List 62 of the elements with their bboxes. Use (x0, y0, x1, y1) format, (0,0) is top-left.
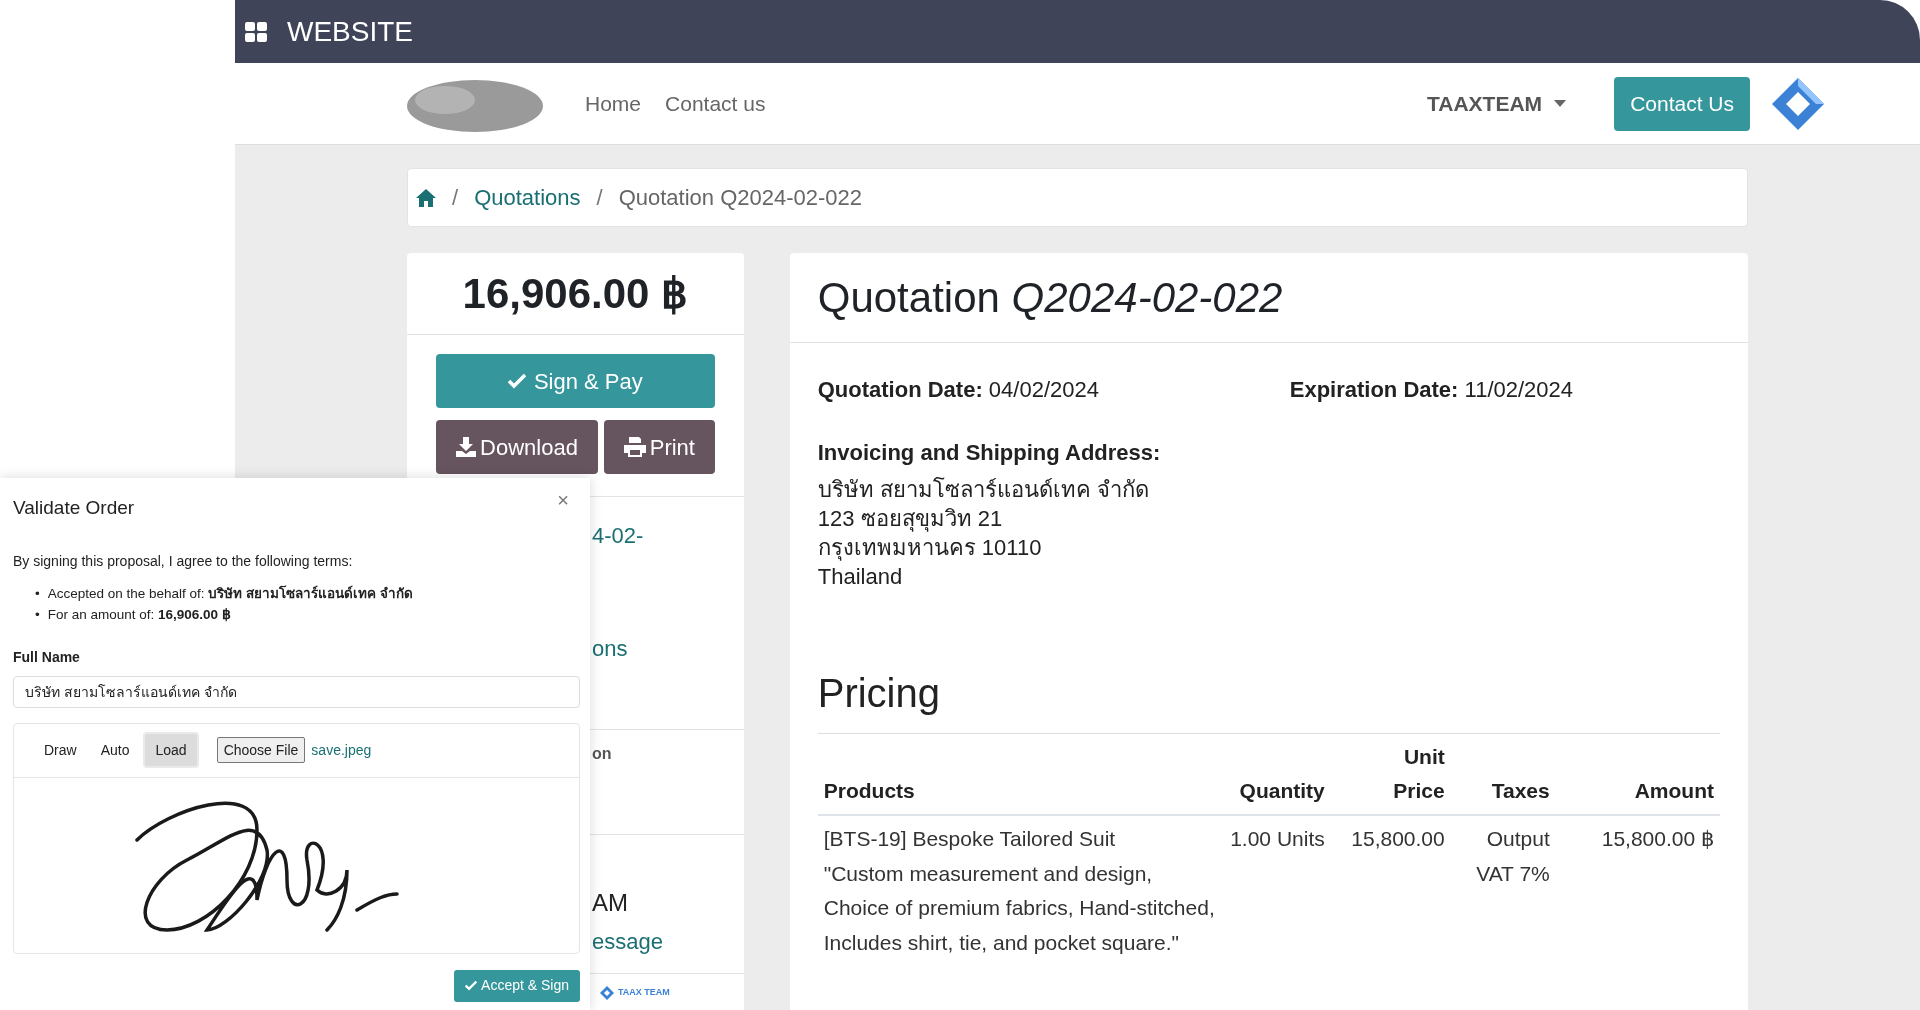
table-cell: Output VAT 7% (1450, 815, 1556, 960)
company-logo-icon (1770, 75, 1826, 132)
table-cell: 15,800.00 (1330, 815, 1451, 960)
company-logo-icon (600, 986, 614, 1000)
pricing-heading: Pricing (817, 663, 1720, 734)
bullet: • (35, 605, 40, 624)
column-header: Products (817, 736, 1223, 815)
home-icon[interactable] (416, 188, 436, 207)
breadcrumb-link[interactable]: Quotations (474, 181, 581, 214)
address-line: บริษัท สยามโซลาร์แอนด์เทค จำกัด (817, 476, 1150, 504)
address-line: กรุงเทพมหานคร 10110 (817, 534, 1043, 562)
sidebar-link[interactable]: essage (592, 925, 744, 958)
close-button[interactable]: × (557, 490, 569, 510)
signature-mode-tab[interactable]: Draw (34, 732, 87, 768)
apps-icon[interactable] (245, 21, 267, 42)
app-title: WEBSITE (287, 14, 413, 49)
sidebar-link[interactable]: ons (592, 632, 744, 665)
terms-intro: By signing this proposal, I agree to the following terms: (13, 551, 354, 571)
sidebar-text: AM (592, 888, 629, 918)
column-header: Unit Price (1330, 736, 1451, 815)
address-line: Thailand (817, 563, 904, 591)
dialog-title: Validate Order (13, 496, 135, 520)
choose-file-button[interactable]: Choose File (216, 737, 306, 763)
nav-link[interactable]: Home (585, 87, 642, 120)
address-line: 123 ซอยสุขุมวิท 21 (817, 505, 1004, 533)
date-field: Expiration Date: 11/02/2024 (1289, 373, 1720, 406)
download-icon (456, 437, 477, 457)
document-title: Quotation Q2024-02-022 (817, 273, 1283, 323)
total-amount: 16,906.00 ฿ (462, 269, 689, 319)
logo-text: TAAX TEAM (618, 986, 670, 1000)
breadcrumb-separator: / (452, 184, 459, 212)
full-name-label: Full Name (13, 647, 81, 667)
table-cell: [BTS-19] Bespoke Tailored Suit "Custom measurement and design, Choice of premium fabrics, Hand-stitched, Includes shirt, tie, and pocket square." (817, 815, 1223, 960)
file-name: save.jpeg (311, 740, 372, 760)
signature-mode-tab[interactable]: Auto (90, 732, 140, 768)
full-name-input[interactable]: บริษัท สยามโซลาร์แอนด์เทค จำกัด (13, 675, 580, 708)
term-item: Accepted on the behalf of: บริษัท สยามโซลาร์แอนด์เทค จำกัด (47, 584, 413, 603)
sidebar-label: on (592, 744, 613, 764)
table-cell: 15,800.00 ฿ (1555, 815, 1720, 960)
nav-link[interactable]: Contact us (665, 87, 766, 120)
accept-and-sign-button[interactable]: Accept & Sign (454, 969, 580, 1002)
table-cell: 1.00 Units (1222, 815, 1331, 960)
term-item: For an amount of: 16,906.00 ฿ (47, 605, 231, 624)
column-header: Taxes (1450, 736, 1556, 815)
breadcrumb-current: Quotation Q2024-02-022 (618, 184, 863, 212)
date-field: Quotation Date: 04/02/2024 (817, 373, 1290, 406)
check-icon (465, 980, 478, 991)
sign-and-pay-button[interactable]: Sign & Pay (436, 354, 715, 408)
caret-icon (1554, 100, 1567, 107)
check-icon (507, 373, 526, 389)
address-heading: Invoicing and Shipping Address: (817, 439, 1162, 467)
column-header: Amount (1555, 736, 1720, 815)
contact-us-button[interactable]: Contact Us (1614, 76, 1750, 131)
signature-mode-tab[interactable]: Load (143, 732, 199, 768)
sidebar-link[interactable]: 4-02- (592, 519, 744, 552)
download-button[interactable]: Download (436, 420, 598, 474)
column-header: Quantity (1222, 736, 1331, 815)
print-button[interactable]: Print (604, 420, 715, 474)
printer-icon (623, 437, 646, 457)
user-menu[interactable]: TAAXTEAM (1427, 87, 1567, 120)
bullet: • (35, 584, 40, 603)
breadcrumb-separator: / (596, 184, 603, 212)
